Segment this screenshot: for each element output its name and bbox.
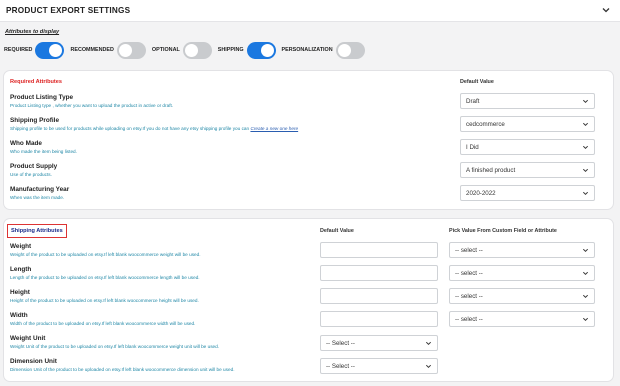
shipping-attributes-title: Shipping Attributes [7, 224, 67, 238]
settings-header[interactable]: PRODUCT EXPORT SETTINGS [0, 0, 620, 22]
shipping-attributes-card: Shipping Attributes Default Value Pick V… [3, 218, 614, 382]
default-value-header: Default Value [320, 228, 354, 234]
required-attributes-card: Required Attributes Default Value Produc… [3, 70, 614, 210]
select-value: -- select -- [455, 270, 483, 277]
row-description: Height of the product to be uploaded on … [10, 298, 199, 303]
length-input[interactable] [320, 265, 438, 281]
width-input[interactable] [320, 311, 438, 327]
row-description: When was the item made. [10, 195, 65, 200]
toggle-recommended[interactable]: RECOMMENDED [70, 41, 146, 59]
row-label: Dimension Unit [10, 358, 57, 365]
row-description: Dimension Unit of the product to be uplo… [10, 367, 235, 372]
chevron-down-icon [582, 248, 589, 253]
row-label: Who Made [10, 140, 42, 147]
product-supply-select[interactable]: A finished product [460, 162, 595, 178]
row-description: Weight of the product to be uploaded on … [10, 252, 201, 257]
height-pick-select[interactable]: -- select -- [449, 288, 595, 304]
toggle-label: PERSONALIZATION [281, 47, 333, 53]
chevron-down-icon [582, 122, 589, 127]
row-label: Width [10, 312, 28, 319]
chevron-down-icon [582, 317, 589, 322]
chevron-down-icon [582, 294, 589, 299]
required-attributes-title: Required Attributes [10, 79, 63, 85]
toggle-optional[interactable]: OPTIONAL [151, 41, 212, 59]
toggle-label: RECOMMENDED [70, 47, 114, 53]
toggle-switch[interactable] [335, 41, 365, 59]
row-label: Product Supply [10, 163, 58, 170]
toggle-switch[interactable] [35, 41, 65, 59]
default-value-header: Default Value [460, 79, 494, 85]
row-description: Use of the products. [10, 172, 52, 177]
dimension-unit-select[interactable]: -- Select -- [320, 358, 438, 374]
toggle-switch[interactable] [182, 41, 212, 59]
select-value: -- select -- [455, 316, 483, 323]
row-label: Shipping Profile [10, 117, 59, 124]
toggle-required[interactable]: REQUIRED [4, 41, 65, 59]
attribute-toggles: REQUIRED RECOMMENDED OPTIONAL SHIPPING P… [4, 40, 371, 60]
chevron-down-icon [425, 364, 432, 369]
row-label: Height [10, 289, 30, 296]
chevron-down-icon[interactable] [601, 5, 611, 15]
row-label: Manufacturing Year [10, 186, 70, 193]
chevron-down-icon [425, 341, 432, 346]
toggle-switch[interactable] [246, 41, 276, 59]
chevron-down-icon [582, 191, 589, 196]
product-listing-type-select[interactable]: Draft [460, 93, 595, 109]
length-pick-select[interactable]: -- select -- [449, 265, 595, 281]
select-value: A finished product [466, 167, 516, 174]
toggle-personalization[interactable]: PERSONALIZATION [281, 41, 365, 59]
toggle-label: REQUIRED [4, 47, 33, 53]
select-value: I Did [466, 144, 479, 151]
chevron-down-icon [582, 168, 589, 173]
row-label: Weight Unit [10, 335, 46, 342]
row-label: Weight [10, 243, 32, 250]
select-value: -- Select -- [326, 363, 355, 370]
height-input[interactable] [320, 288, 438, 304]
row-description: Product Listing type , whether you want … [10, 103, 174, 108]
toggle-shipping[interactable]: SHIPPING [217, 41, 276, 59]
toggle-switch[interactable] [116, 41, 146, 59]
chevron-down-icon [582, 99, 589, 104]
toggle-label: OPTIONAL [151, 47, 180, 53]
chevron-down-icon [582, 145, 589, 150]
shipping-profile-select[interactable]: cedcommerce [460, 116, 595, 132]
row-description: Shipping profile to be used for products… [10, 126, 299, 131]
row-label: Length [10, 266, 32, 273]
select-value: 2020-2022 [466, 190, 496, 197]
row-description: Length of the product to be uploaded on … [10, 275, 200, 280]
chevron-down-icon [582, 271, 589, 276]
row-description: Width of the product to be uploaded on e… [10, 321, 196, 326]
select-value: -- Select -- [326, 340, 355, 347]
select-value: cedcommerce [466, 121, 505, 128]
who-made-select[interactable]: I Did [460, 139, 595, 155]
select-value: -- select -- [455, 293, 483, 300]
page-title: PRODUCT EXPORT SETTINGS [6, 6, 131, 15]
select-value: Draft [466, 98, 480, 105]
create-shipping-profile-link[interactable]: Create a new one here [250, 126, 298, 131]
row-label: Product Listing Type [10, 94, 74, 101]
weight-input[interactable] [320, 242, 438, 258]
pick-value-header: Pick Value From Custom Field or Attribut… [449, 228, 557, 234]
toggle-label: SHIPPING [217, 47, 244, 53]
weight-pick-select[interactable]: -- select -- [449, 242, 595, 258]
select-value: -- select -- [455, 247, 483, 254]
manufacturing-year-select[interactable]: 2020-2022 [460, 185, 595, 201]
attributes-to-display-link[interactable]: Attributes to display [5, 29, 59, 35]
weight-unit-select[interactable]: -- Select -- [320, 335, 438, 351]
row-description: Who made the item being listed. [10, 149, 77, 154]
width-pick-select[interactable]: -- select -- [449, 311, 595, 327]
row-description: Weight Unit of the product to be uploade… [10, 344, 220, 349]
